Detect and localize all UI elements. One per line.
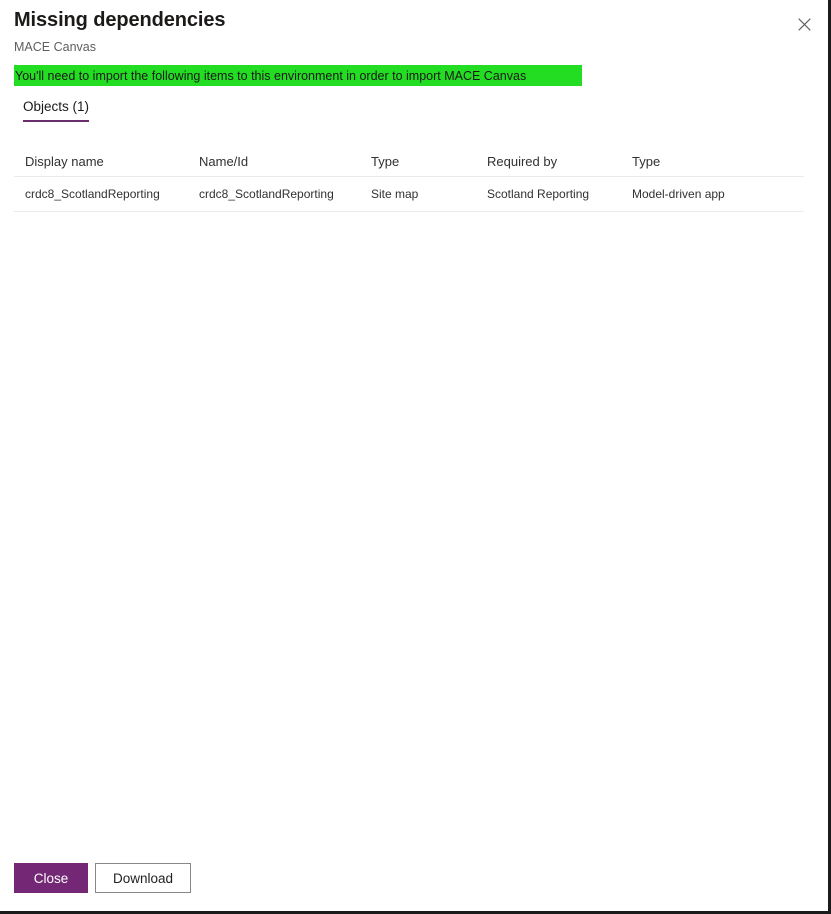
info-banner-text: You'll need to import the following item… — [15, 68, 527, 83]
close-dialog-button[interactable] — [786, 6, 822, 42]
dependencies-table: Display name Name/Id Type Required by Ty… — [14, 146, 804, 212]
tab-objects-label: Objects (1) — [23, 99, 90, 114]
page-title: Missing dependencies — [14, 9, 226, 31]
tab-list: Objects (1) — [14, 95, 98, 125]
table-header-row: Display name Name/Id Type Required by Ty… — [14, 146, 804, 177]
column-header-display-name: Display name — [25, 153, 104, 169]
cell-display-name: crdc8_ScotlandReporting — [25, 187, 160, 201]
close-icon — [797, 17, 811, 31]
missing-dependencies-dialog: Missing dependencies MACE Canvas You'll … — [0, 0, 831, 914]
column-header-required-by: Required by — [487, 153, 558, 169]
download-button[interactable]: Download — [95, 863, 191, 893]
info-banner: You'll need to import the following item… — [14, 65, 582, 86]
cell-required-by-type: Model-driven app — [632, 187, 725, 201]
close-button[interactable]: Close — [14, 863, 88, 893]
cell-name-id: crdc8_ScotlandReporting — [199, 187, 334, 201]
column-header-name-id: Name/Id — [199, 153, 249, 169]
cell-required-by: Scotland Reporting — [487, 187, 590, 201]
column-header-type: Type — [371, 153, 400, 169]
cell-type: Site map — [371, 187, 419, 201]
table-row[interactable]: crdc8_ScotlandReporting crdc8_ScotlandRe… — [14, 177, 804, 212]
tab-objects[interactable]: Objects (1) — [14, 95, 98, 122]
dialog-subtitle: MACE Canvas — [14, 40, 96, 54]
column-header-required-by-type: Type — [632, 153, 661, 169]
dialog-footer: Close Download — [0, 853, 828, 911]
